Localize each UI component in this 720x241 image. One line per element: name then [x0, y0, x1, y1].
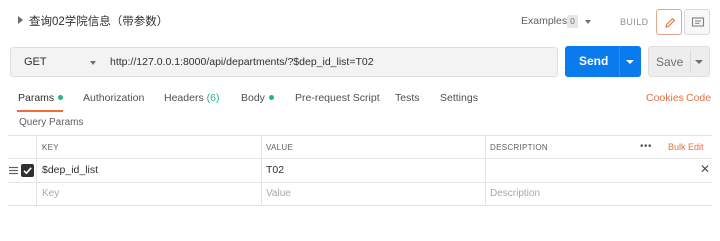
status-dot [58, 95, 64, 100]
param-enabled-checkbox[interactable] [21, 164, 34, 177]
url-text: http://127.0.0.1:8000/api/departments/?$… [110, 56, 374, 68]
collapse-caret-icon[interactable] [18, 16, 23, 24]
tab-settings[interactable]: Settings [440, 92, 478, 104]
save-divider [690, 50, 691, 73]
chevron-down-icon[interactable] [585, 20, 591, 24]
comment-icon [691, 17, 705, 27]
column-divider [261, 136, 262, 206]
request-title[interactable]: 查询02学院信息（带参数） [29, 13, 168, 29]
query-params-heading: Query Params [19, 117, 84, 128]
comments-button[interactable] [684, 9, 710, 35]
new-key-input[interactable]: Key [42, 188, 59, 199]
tab-pre-request-script[interactable]: Pre-request Script [295, 92, 380, 104]
save-button[interactable]: Save [648, 46, 710, 77]
bulk-edit-link[interactable]: Bulk Edit [668, 142, 704, 152]
tab-label: Settings [440, 92, 478, 104]
tab-label: Authorization [83, 92, 145, 104]
tab-label: Tests [395, 92, 420, 104]
row-divider [8, 182, 712, 183]
method-label: GET [24, 56, 47, 68]
more-horizontal-icon[interactable]: ••• [640, 141, 652, 152]
new-description-input[interactable]: Description [490, 188, 540, 199]
url-input[interactable]: http://127.0.0.1:8000/api/departments/?$… [102, 47, 558, 77]
send-label: Send [579, 54, 609, 68]
tab-label: Pre-request Script [295, 92, 380, 104]
checkmark-icon [23, 167, 32, 175]
column-header-description: DESCRIPTION [490, 143, 548, 152]
headers-count: (6) [206, 92, 220, 104]
send-divider [619, 46, 620, 77]
save-label: Save [656, 55, 684, 69]
param-value-cell[interactable]: T02 [266, 164, 284, 176]
params-table: KEY VALUE DESCRIPTION ••• Bulk Edit $dep… [8, 135, 712, 206]
code-link[interactable]: Code [686, 92, 711, 104]
column-divider [36, 136, 37, 206]
tab-body[interactable]: Body [241, 92, 274, 104]
close-icon[interactable]: ✕ [700, 162, 710, 176]
chevron-down-icon[interactable] [626, 60, 634, 64]
tab-headers[interactable]: Headers (6) [164, 92, 219, 104]
param-key-cell[interactable]: $dep_id_list [42, 164, 98, 176]
cookies-link[interactable]: Cookies [646, 92, 684, 104]
tab-label: Params [18, 92, 55, 104]
active-tab-indicator [17, 110, 63, 112]
column-header-key: KEY [42, 143, 59, 152]
column-divider [485, 136, 486, 206]
chevron-down-icon[interactable] [695, 60, 703, 64]
request-header: 查询02学院信息（带参数） Examples 0 BUILD [0, 0, 720, 44]
tab-params[interactable]: Params [18, 92, 64, 104]
tab-label: Headers [164, 92, 204, 104]
status-dot [268, 95, 274, 100]
edit-button[interactable] [656, 9, 682, 35]
send-button[interactable]: Send [565, 46, 641, 77]
examples-dropdown[interactable]: Examples [521, 15, 567, 27]
tab-tests[interactable]: Tests [395, 92, 420, 104]
tab-label: Body [241, 92, 265, 104]
row-divider [8, 158, 712, 159]
chevron-down-icon [90, 61, 96, 65]
tab-authorization[interactable]: Authorization [83, 92, 144, 104]
build-label[interactable]: BUILD [620, 17, 649, 27]
pencil-icon [665, 17, 676, 28]
new-value-input[interactable]: Value [266, 188, 291, 199]
examples-count-badge: 0 [567, 15, 578, 28]
method-select[interactable]: GET [10, 47, 103, 77]
drag-handle-icon[interactable] [9, 166, 18, 175]
column-header-value: VALUE [266, 143, 294, 152]
